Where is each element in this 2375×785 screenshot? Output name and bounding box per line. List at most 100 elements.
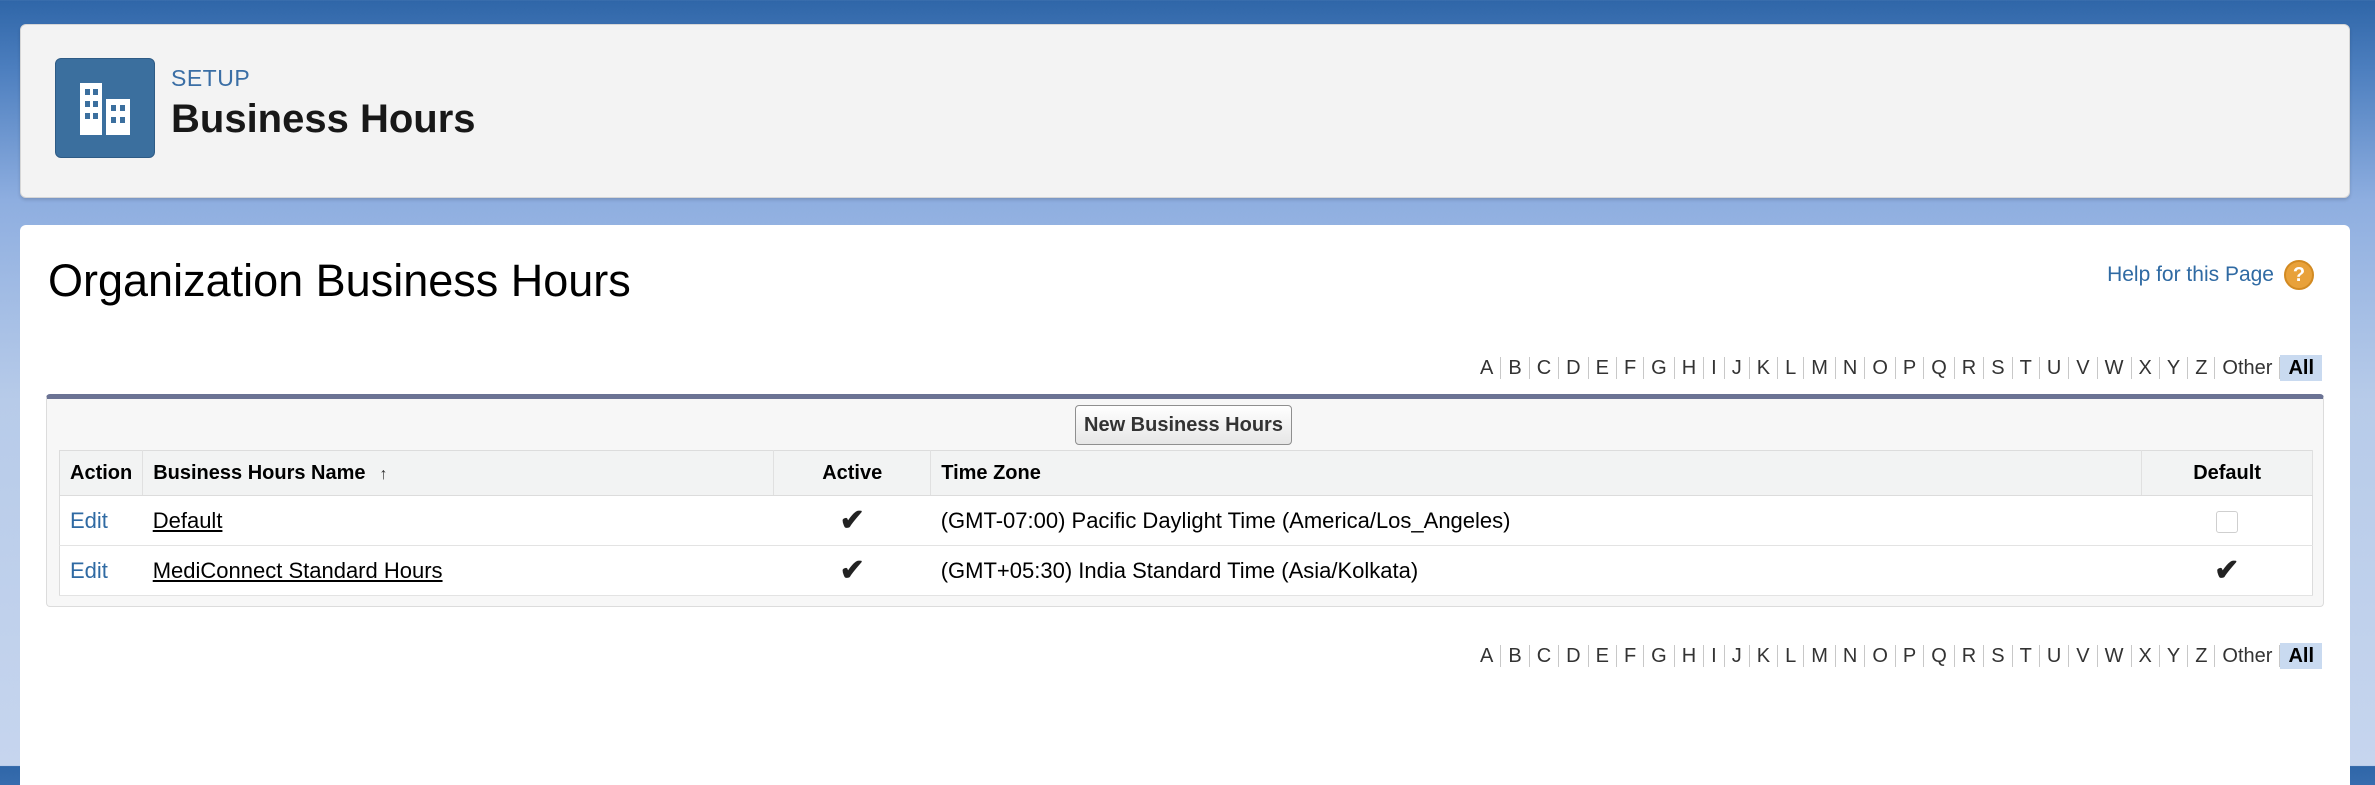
alpha-filter-a[interactable]: A [1473,357,1502,379]
active-check-icon: ✔ [839,504,865,537]
alpha-filter-r[interactable]: R [1955,645,1985,667]
page-title: Business Hours [171,97,476,141]
setup-breadcrumb: SETUP [171,65,251,91]
business-hours-name-link[interactable]: Default [153,508,223,533]
business-hours-tile [55,58,155,158]
alpha-filter-i[interactable]: I [1704,645,1725,667]
name-cell: MediConnect Standard Hours [142,545,774,596]
alpha-filter-o[interactable]: O [1865,357,1896,379]
alpha-filter-other[interactable]: Other [2215,645,2281,667]
section-title: Organization Business Hours [48,255,631,306]
alpha-filter-f[interactable]: F [1617,645,1645,667]
column-header-name[interactable]: Business Hours Name ↑ [142,450,775,496]
new-business-hours-button[interactable]: New Business Hours [1075,405,1292,445]
page-header: SETUP Business Hours [20,24,2350,198]
alpha-filter-all[interactable]: All [2280,355,2322,381]
alpha-filter-x[interactable]: X [2132,645,2160,667]
alpha-filter-l[interactable]: L [1778,645,1805,667]
alpha-filter-i[interactable]: I [1704,357,1725,379]
alpha-filter-all[interactable]: All [2280,643,2322,669]
alphabet-filter-bottom: A B C D E F G H I J K L M N O P Q R S T U V W X Y Z Other All [1473,643,2322,669]
alpha-filter-m[interactable]: M [1804,645,1836,667]
alpha-filter-g[interactable]: G [1644,645,1675,667]
alpha-filter-z[interactable]: Z [2188,645,2216,667]
business-hours-list: New Business Hours Action Business Hours… [46,394,2324,607]
column-header-action: Action [59,450,144,496]
alpha-filter-l[interactable]: L [1778,357,1805,379]
alpha-filter-t[interactable]: T [2013,357,2040,379]
alpha-filter-h[interactable]: H [1675,357,1705,379]
alpha-filter-h[interactable]: H [1675,645,1705,667]
active-cell: ✔ [773,545,931,596]
table-row: Edit Default ✔ (GMT-07:00) Pacific Daylight… [59,495,2313,546]
alphabet-filter-top: A B C D E F G H I J K L M N O P Q R S T U V W X Y Z Other All [1473,355,2322,381]
alpha-filter-other[interactable]: Other [2215,357,2281,379]
alpha-filter-j[interactable]: J [1725,357,1750,379]
column-header-default: Default [2141,450,2313,496]
alpha-filter-p[interactable]: P [1896,645,1925,667]
active-check-icon: ✔ [839,554,865,587]
business-hours-table: Action Business Hours Name ↑ Active Time … [59,450,2313,596]
alpha-filter-e[interactable]: E [1589,357,1617,379]
alpha-filter-w[interactable]: W [2098,357,2132,379]
alpha-filter-n[interactable]: N [1836,357,1866,379]
sort-ascending-icon[interactable]: ↑ [380,466,388,483]
alpha-filter-e[interactable]: E [1589,645,1617,667]
action-cell: Edit [59,495,143,546]
timezone-cell: (GMT+05:30) India Standard Time (Asia/Ko… [930,545,2142,596]
help-icon[interactable]: ? [2284,260,2314,290]
default-check-icon: ✔ [2214,554,2240,587]
alpha-filter-r[interactable]: R [1955,357,1985,379]
timezone-cell: (GMT-07:00) Pacific Daylight Time (Ameri… [930,495,2142,546]
alpha-filter-w[interactable]: W [2098,645,2132,667]
alpha-filter-q[interactable]: Q [1924,645,1955,667]
edit-link[interactable]: Edit [70,508,108,533]
alpha-filter-d[interactable]: D [1559,645,1589,667]
alpha-filter-y[interactable]: Y [2160,645,2189,667]
default-cell [2141,495,2313,546]
table-header-row: Action Business Hours Name ↑ Active Time … [59,450,2313,496]
alpha-filter-s[interactable]: S [1984,645,2013,667]
column-header-timezone: Time Zone [930,450,2143,496]
edit-link[interactable]: Edit [70,558,108,583]
alpha-filter-x[interactable]: X [2132,357,2160,379]
default-checkbox-empty [2215,510,2238,533]
alpha-filter-u[interactable]: U [2040,645,2070,667]
alpha-filter-b[interactable]: B [1501,357,1530,379]
alpha-filter-g[interactable]: G [1644,357,1675,379]
alpha-filter-y[interactable]: Y [2160,357,2189,379]
alpha-filter-o[interactable]: O [1865,645,1896,667]
help-link-group: Help for this Page ? [2107,260,2314,290]
column-header-name-label: Business Hours Name [153,461,366,484]
default-cell: ✔ [2141,545,2313,596]
alpha-filter-n[interactable]: N [1836,645,1866,667]
table-row: Edit MediConnect Standard Hours ✔ (GMT+05:3… [59,545,2313,596]
building-icon [80,83,130,135]
alpha-filter-v[interactable]: V [2069,645,2098,667]
action-cell: Edit [59,545,143,596]
table-body: Edit Default ✔ (GMT-07:00) Pacific Daylight… [59,495,2313,596]
alpha-filter-u[interactable]: U [2040,357,2070,379]
alpha-filter-j[interactable]: J [1725,645,1750,667]
alpha-filter-a[interactable]: A [1473,645,1502,667]
alpha-filter-s[interactable]: S [1984,357,2013,379]
alpha-filter-c[interactable]: C [1530,645,1560,667]
alpha-filter-m[interactable]: M [1804,357,1836,379]
name-cell: Default [142,495,774,546]
active-cell: ✔ [773,495,931,546]
alpha-filter-q[interactable]: Q [1924,357,1955,379]
main-panel: Organization Business Hours Help for thi… [20,225,2350,785]
alpha-filter-t[interactable]: T [2013,645,2040,667]
alpha-filter-v[interactable]: V [2069,357,2098,379]
alpha-filter-d[interactable]: D [1559,357,1589,379]
business-hours-name-link[interactable]: MediConnect Standard Hours [153,558,443,583]
alpha-filter-b[interactable]: B [1501,645,1530,667]
alpha-filter-c[interactable]: C [1530,357,1560,379]
alpha-filter-f[interactable]: F [1617,357,1645,379]
column-header-active: Active [773,450,932,496]
alpha-filter-k[interactable]: K [1750,645,1779,667]
alpha-filter-p[interactable]: P [1896,357,1925,379]
alpha-filter-z[interactable]: Z [2188,357,2216,379]
alpha-filter-k[interactable]: K [1750,357,1779,379]
help-link[interactable]: Help for this Page [2107,263,2274,287]
